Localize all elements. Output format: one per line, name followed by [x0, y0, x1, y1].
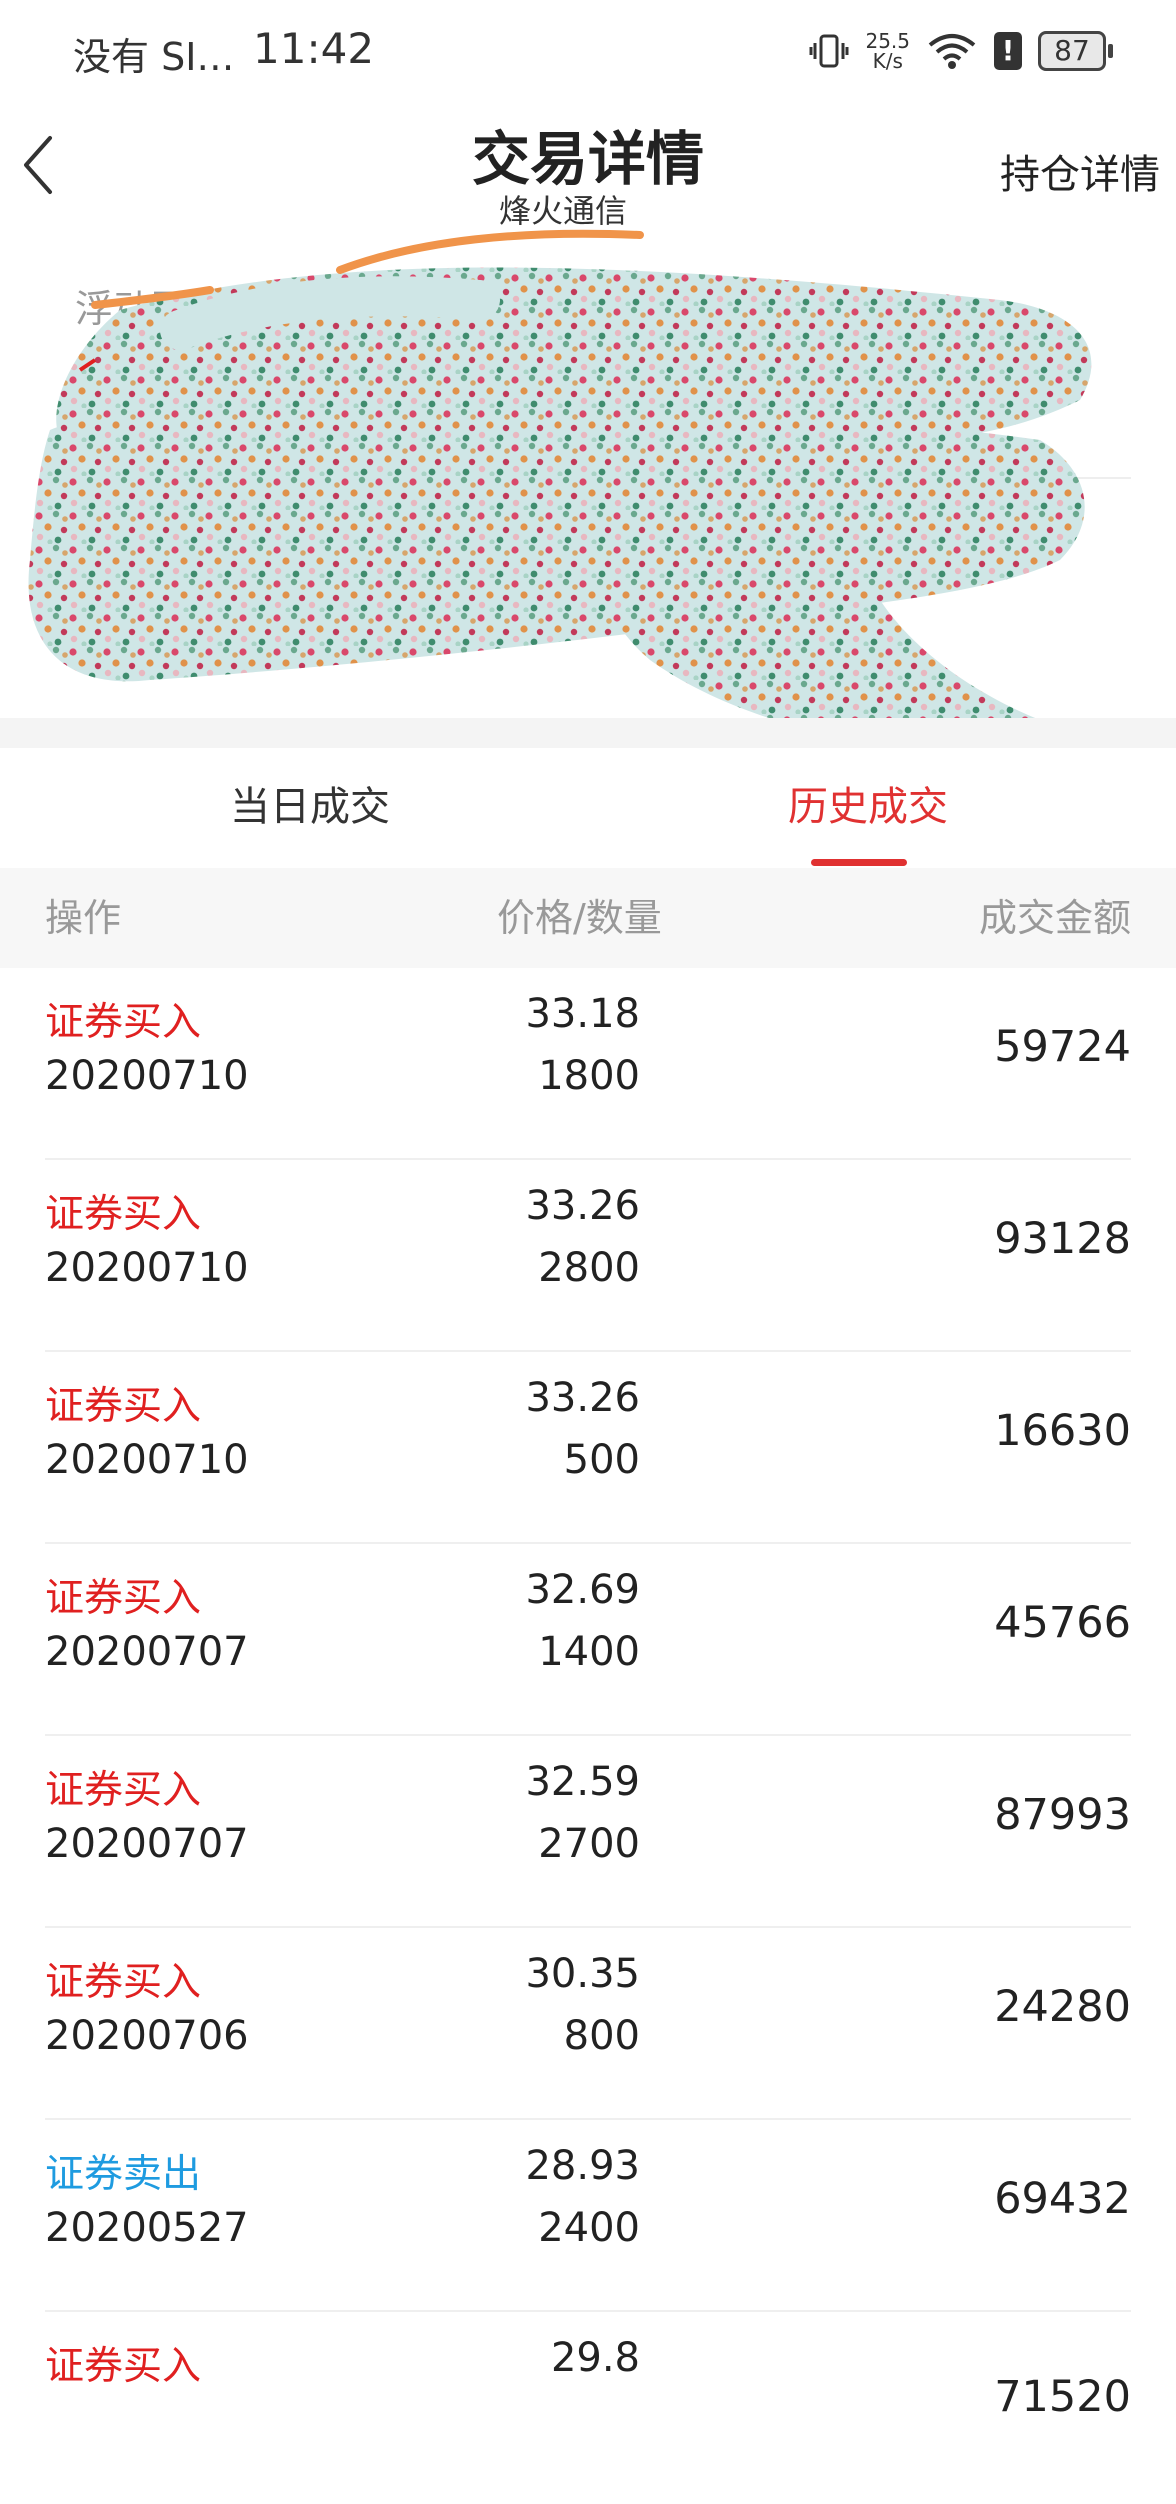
vibrate-icon — [809, 34, 849, 68]
trade-tabs: 当日成交 历史成交 — [0, 748, 1176, 870]
trade-amount: 69432 — [994, 2174, 1131, 2224]
trade-date: 20200710 — [45, 1437, 249, 1483]
trade-amount: 45766 — [994, 1598, 1131, 1648]
status-icons: 25.5 K/s ! 87 — [809, 26, 1113, 76]
table-row[interactable]: 证券卖出 20200527 28.93 2400 69432 — [0, 2120, 1176, 2312]
trade-price: 33.18 — [525, 991, 640, 1037]
trade-price: 28.93 — [525, 2143, 640, 2189]
column-header-operation: 操作 — [45, 896, 122, 940]
trade-price: 32.59 — [525, 1759, 640, 1805]
operation-label: 证券买入 — [45, 1000, 202, 1045]
table-row[interactable]: 证券买入 29.8 71520 — [0, 2312, 1176, 2504]
operation-label: 证券买入 — [45, 1768, 202, 1813]
stock-name: 烽火通信 — [498, 192, 627, 230]
operation-label: 证券买入 — [45, 1192, 202, 1237]
trade-date: 20200707 — [45, 1821, 249, 1867]
trade-quantity: 1800 — [538, 1053, 640, 1099]
wifi-icon — [928, 34, 976, 69]
trade-price: 33.26 — [525, 1183, 640, 1229]
table-header: 操作 价格/数量 成交金额 — [0, 868, 1176, 968]
active-tab-indicator — [811, 859, 907, 866]
table-row[interactable]: 证券买入 20200710 33.26 500 16630 — [0, 1352, 1176, 1544]
network-speed: 25.5 K/s — [865, 31, 910, 71]
trade-amount: 59724 — [994, 1022, 1131, 1072]
trade-date: 20200710 — [45, 1245, 249, 1291]
clock: 11:42 — [253, 24, 375, 73]
trade-amount: 16630 — [994, 1406, 1131, 1456]
trade-price: 29.8 — [550, 2335, 640, 2381]
operation-label: 证券买入 — [45, 2344, 202, 2389]
trade-amount: 93128 — [994, 1214, 1131, 1264]
summary-panel: 浮动盈亏 成 — [0, 230, 1176, 708]
network-speed-value: 25.5 — [865, 29, 910, 53]
section-divider — [0, 718, 1176, 748]
column-header-amount: 成交金额 — [978, 896, 1131, 940]
trade-amount: 71520 — [994, 2372, 1131, 2422]
carrier-label: 没有 SI… — [73, 35, 235, 79]
column-header-price-qty: 价格/数量 — [497, 896, 662, 940]
trade-date: 20200527 — [45, 2205, 249, 2251]
trade-price: 30.35 — [525, 1951, 640, 1997]
trade-list: 证券买入 20200710 33.18 1800 59724 证券买入 2020… — [0, 968, 1176, 2504]
table-row[interactable]: 证券买入 20200707 32.69 1400 45766 — [0, 1544, 1176, 1736]
network-speed-unit: K/s — [872, 49, 903, 73]
trade-date: 20200710 — [45, 1053, 249, 1099]
tab-history-trades[interactable]: 历史成交 — [588, 748, 1148, 868]
operation-label: 证券买入 — [45, 1384, 202, 1429]
trade-quantity: 500 — [563, 1437, 640, 1483]
trade-amount: 24280 — [994, 1982, 1131, 2032]
battery-icon: 87 — [1038, 31, 1113, 71]
table-row[interactable]: 证券买入 20200707 32.59 2700 87993 — [0, 1736, 1176, 1928]
trade-quantity: 2700 — [538, 1821, 640, 1867]
operation-label: 证券卖出 — [45, 2152, 202, 2197]
trade-price: 33.26 — [525, 1375, 640, 1421]
alert-icon: ! — [994, 32, 1022, 70]
holdings-detail-link[interactable]: 持仓详情 — [1000, 142, 1160, 200]
trade-date: 20200707 — [45, 1629, 249, 1675]
table-row[interactable]: 证券买入 20200710 33.18 1800 59724 — [0, 968, 1176, 1160]
floating-pnl-label: 浮动盈亏 — [75, 287, 228, 331]
trade-quantity: 2400 — [538, 2205, 640, 2251]
table-row[interactable]: 证券买入 20200710 33.26 2800 93128 — [0, 1160, 1176, 1352]
summary-label: 成 — [75, 531, 114, 575]
trade-date: 20200706 — [45, 2013, 249, 2059]
summary-divider — [45, 477, 1131, 479]
trade-quantity: 1400 — [538, 1629, 640, 1675]
table-row[interactable]: 证券买入 20200706 30.35 800 24280 — [0, 1928, 1176, 2120]
trade-amount: 87993 — [994, 1790, 1131, 1840]
operation-label: 证券买入 — [45, 1960, 202, 2005]
trade-price: 32.69 — [525, 1567, 640, 1613]
tab-today-trades[interactable]: 当日成交 — [30, 748, 590, 868]
operation-label: 证券买入 — [45, 1576, 202, 1621]
trade-quantity: 2800 — [538, 1245, 640, 1291]
trade-quantity: 800 — [563, 2013, 640, 2059]
status-bar: 没有 SI… 11:42 25.5 K/s ! 87 — [0, 0, 1176, 100]
